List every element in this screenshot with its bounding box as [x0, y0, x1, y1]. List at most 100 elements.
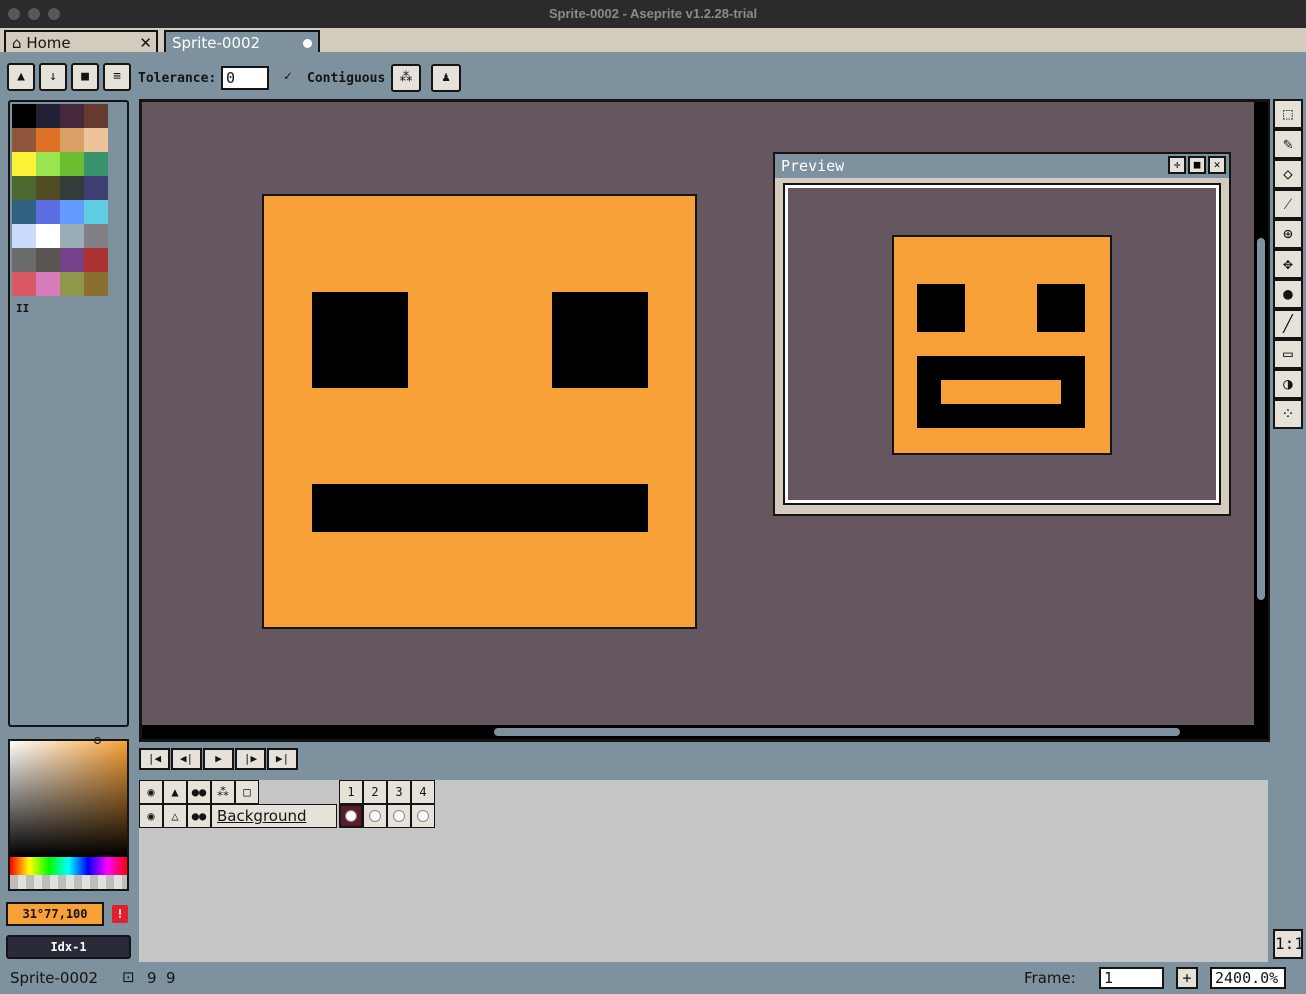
palette-swatch[interactable] — [12, 152, 36, 176]
play-icon[interactable]: ▶ — [203, 748, 234, 770]
visibility-header-icon[interactable]: ◉ — [139, 780, 163, 804]
ink-bucket-button[interactable]: ♟ — [431, 64, 461, 92]
palette-swatch[interactable] — [84, 176, 108, 200]
tree-header-icon[interactable]: ⁂ — [211, 780, 235, 804]
frame-input[interactable]: 1 — [1099, 967, 1164, 989]
cel-frame-1[interactable] — [339, 804, 363, 828]
palette-swatch[interactable] — [60, 224, 84, 248]
palette-swatch[interactable] — [12, 248, 36, 272]
palette-swatch[interactable] — [36, 200, 60, 224]
tab-sprite[interactable]: Sprite-0002 — [164, 30, 320, 52]
palette-swatch[interactable] — [84, 224, 108, 248]
palette-swatch[interactable] — [36, 104, 60, 128]
palette-swatch[interactable] — [12, 272, 36, 296]
palette-swatch[interactable] — [36, 224, 60, 248]
contiguous-check-icon[interactable]: ✓ — [284, 69, 292, 84]
pixel-perfect-button[interactable]: ⁂ — [391, 64, 421, 92]
palette-swatch[interactable] — [84, 104, 108, 128]
first-frame-icon[interactable]: |◀ — [139, 748, 170, 770]
zoom-tool-icon[interactable]: ⊕ — [1273, 219, 1303, 249]
background-color-index[interactable]: Idx-1 — [6, 935, 131, 959]
contour-tool-icon[interactable]: ◑ — [1273, 369, 1303, 399]
palette-swatch[interactable] — [36, 248, 60, 272]
menu-icon[interactable]: ≡ — [103, 63, 131, 91]
pencil-tool-icon[interactable]: ✎ — [1273, 129, 1303, 159]
palette-grid[interactable] — [12, 104, 108, 296]
palette-swatch[interactable] — [36, 272, 60, 296]
palette-swatch[interactable] — [36, 152, 60, 176]
hue-slider[interactable] — [10, 857, 127, 875]
palette-swatch[interactable] — [60, 200, 84, 224]
preview-mode-icon[interactable]: ■ — [1188, 156, 1206, 174]
frame-header-1[interactable]: 1 — [339, 780, 363, 804]
palette-swatch[interactable] — [36, 176, 60, 200]
lock-header-icon[interactable]: ▲ — [163, 780, 187, 804]
palette-swatch[interactable] — [60, 272, 84, 296]
frame-header-3[interactable]: 3 — [387, 780, 411, 804]
horizontal-scrollbar[interactable] — [494, 728, 1180, 736]
palette-swatch[interactable] — [12, 200, 36, 224]
preview-canvas[interactable] — [783, 183, 1221, 505]
square-button[interactable]: ■ — [71, 63, 99, 91]
line-tool-icon[interactable]: ╱ — [1273, 309, 1303, 339]
preview-right-eye — [1037, 284, 1085, 332]
down-arrow-button[interactable]: ↓ — [39, 63, 67, 91]
palette-swatch[interactable] — [12, 176, 36, 200]
next-frame-icon[interactable]: |▶ — [235, 748, 266, 770]
tab-home[interactable]: ⌂ Home ✕ — [4, 30, 158, 52]
continuous-header-icon[interactable]: ●● — [187, 780, 211, 804]
palette-swatch[interactable] — [84, 200, 108, 224]
layer-lock-icon[interactable]: △ — [163, 804, 187, 828]
preview-center-icon[interactable]: ✛ — [1168, 156, 1186, 174]
spectrum-picker-icon[interactable] — [94, 737, 101, 744]
eyedropper-tool-icon[interactable]: ⁄ — [1273, 189, 1303, 219]
marquee-tool-icon[interactable]: ⬚ — [1273, 99, 1303, 129]
alpha-slider[interactable] — [10, 875, 127, 889]
palette-swatch[interactable] — [12, 104, 36, 128]
vertical-scrollbar[interactable] — [1257, 238, 1265, 600]
minimize-window-button[interactable] — [28, 8, 40, 20]
preview-title[interactable]: Preview — [775, 154, 1229, 178]
palette-swatch[interactable] — [60, 104, 84, 128]
modified-dot-icon[interactable] — [303, 39, 312, 48]
cel-frame-4[interactable] — [411, 804, 435, 828]
palette-swatch[interactable] — [12, 224, 36, 248]
palette-swatch[interactable] — [84, 152, 108, 176]
lock-alpha-button[interactable]: ▲ — [7, 63, 35, 91]
preview-close-icon[interactable]: ✕ — [1208, 156, 1226, 174]
rectangle-tool-icon[interactable]: ▭ — [1273, 339, 1303, 369]
palette-swatch[interactable] — [60, 152, 84, 176]
spray-tool-icon[interactable]: ⁘ — [1273, 399, 1303, 429]
palette-swatch[interactable] — [60, 248, 84, 272]
close-window-button[interactable] — [8, 8, 20, 20]
palette-swatch[interactable] — [60, 176, 84, 200]
palette-swatch[interactable] — [12, 128, 36, 152]
palette-swatch[interactable] — [84, 272, 108, 296]
move-tool-icon[interactable]: ✥ — [1273, 249, 1303, 279]
zoom-input[interactable]: 2400.0% — [1210, 967, 1286, 989]
status-height: 9 — [166, 969, 176, 987]
palette-swatch[interactable] — [84, 248, 108, 272]
prev-frame-icon[interactable]: ◀| — [171, 748, 202, 770]
square-header-icon[interactable]: □ — [235, 780, 259, 804]
maximize-window-button[interactable] — [48, 8, 60, 20]
fill-tool-icon[interactable]: ● — [1273, 279, 1303, 309]
layer-visibility-icon[interactable]: ◉ — [139, 804, 163, 828]
warning-icon[interactable]: ! — [112, 905, 128, 923]
palette-swatch[interactable] — [36, 128, 60, 152]
frame-header-2[interactable]: 2 — [363, 780, 387, 804]
ratio-button[interactable]: 1:1 — [1273, 929, 1304, 959]
tolerance-input[interactable]: 0 — [221, 66, 269, 90]
cel-frame-2[interactable] — [363, 804, 387, 828]
last-frame-icon[interactable]: ▶| — [267, 748, 298, 770]
add-frame-button[interactable]: + — [1176, 967, 1198, 989]
layer-name[interactable]: Background — [211, 804, 337, 828]
layer-continuous-icon[interactable]: ●● — [187, 804, 211, 828]
frame-header-4[interactable]: 4 — [411, 780, 435, 804]
foreground-color-value[interactable]: 31°77,100 — [6, 902, 104, 926]
eraser-tool-icon[interactable]: ◇ — [1273, 159, 1303, 189]
palette-swatch[interactable] — [60, 128, 84, 152]
cel-frame-3[interactable] — [387, 804, 411, 828]
close-tab-icon[interactable]: ✕ — [139, 32, 152, 54]
palette-swatch[interactable] — [84, 128, 108, 152]
